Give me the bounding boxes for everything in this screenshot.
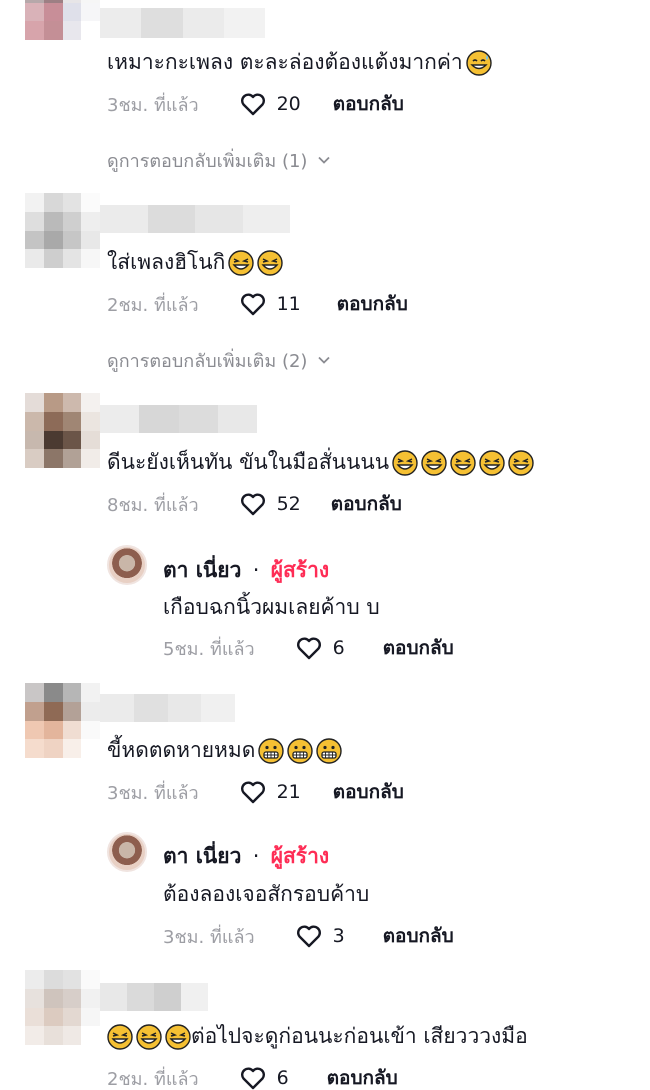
like-count: 6 — [332, 637, 345, 659]
like-count: 20 — [276, 93, 301, 115]
reply-meta: 3ชม. ที่แล้ว 3 ตอบกลับ — [163, 922, 454, 950]
comment-time: 3ชม. ที่แล้ว — [107, 94, 199, 116]
laughing-emoji-icon — [228, 250, 255, 276]
reply-button[interactable]: ตอบกลับ — [327, 1063, 398, 1090]
laughing-emoji-icon — [508, 450, 534, 476]
creator-name[interactable]: ตา เนี่ยว — [163, 558, 241, 582]
username-blurred[interactable] — [100, 983, 208, 1011]
sweat-smile-emoji-icon — [465, 50, 492, 76]
reply-text-label: ต้องลองเจอสักรอบค้าบ — [163, 882, 370, 906]
comment-text-label: ขี้หดตดหายหมด — [107, 738, 256, 762]
heart-icon[interactable] — [295, 634, 323, 662]
grinning-emoji-icon — [287, 738, 314, 764]
reply-button[interactable]: ตอบกลับ — [337, 289, 408, 319]
avatar[interactable] — [25, 0, 100, 40]
like-count: 3 — [332, 925, 345, 947]
heart-icon[interactable] — [239, 290, 267, 318]
reply-button[interactable]: ตอบกลับ — [383, 633, 454, 663]
laughing-emoji-icon — [450, 450, 476, 476]
reply-button[interactable]: ตอบกลับ — [333, 777, 404, 807]
avatar[interactable] — [25, 970, 100, 1045]
comment-time: 3ชม. ที่แล้ว — [107, 782, 199, 804]
comment-meta: 3ชม. ที่แล้ว 20 ตอบกลับ — [107, 90, 404, 118]
heart-icon[interactable] — [239, 90, 267, 118]
reply-text-label: เกือบฉกนิ้วผมเลยค้าบ บ — [163, 595, 380, 619]
chevron-down-icon — [318, 356, 331, 364]
creator-badge: ผู้สร้าง — [270, 558, 330, 582]
like-count: 52 — [276, 493, 301, 515]
creator-badge: ผู้สร้าง — [270, 844, 330, 868]
comment-meta: 2ชม. ที่แล้ว 6 ตอบกลับ — [107, 1064, 398, 1090]
laughing-emoji-icon — [479, 450, 505, 476]
username-blurred[interactable] — [100, 694, 235, 722]
comment-text-label: ดีนะยังเห็นทัน ขันในมือสั่นนนน — [107, 450, 390, 474]
like-count: 11 — [276, 293, 301, 315]
reply-time: 3ชม. ที่แล้ว — [163, 926, 255, 948]
username-blurred[interactable] — [100, 405, 257, 433]
heart-icon[interactable] — [239, 490, 267, 518]
view-more-label: ดูการตอบกลับเพิ่มเติม (1) — [107, 150, 308, 172]
creator-avatar[interactable] — [107, 832, 147, 872]
laughing-emoji-icon — [107, 1024, 133, 1050]
laughing-emoji-icon — [136, 1024, 162, 1050]
avatar[interactable] — [25, 193, 100, 268]
view-more-replies[interactable]: ดูการตอบกลับเพิ่มเติม (2) — [107, 346, 331, 374]
comment-text: ใส่เพลงฮิโนกิ — [107, 248, 284, 276]
comment-time: 2ชม. ที่แล้ว — [107, 294, 199, 316]
comment-meta: 8ชม. ที่แล้ว 52 ตอบกลับ — [107, 490, 402, 518]
heart-icon[interactable] — [239, 1064, 267, 1090]
reply-button[interactable]: ตอบกลับ — [331, 489, 402, 519]
username-blurred[interactable] — [100, 205, 290, 233]
comment-text: ขี้หดตดหายหมด — [107, 736, 343, 764]
laughing-emoji-icon — [165, 1024, 191, 1050]
reply-button[interactable]: ตอบกลับ — [383, 921, 454, 951]
reply-meta: 5ชม. ที่แล้ว 6 ตอบกลับ — [163, 634, 454, 662]
chevron-down-icon — [318, 156, 331, 164]
heart-icon[interactable] — [239, 778, 267, 806]
reply-time: 5ชม. ที่แล้ว — [163, 638, 255, 660]
reply-text: เกือบฉกนิ้วผมเลยค้าบ บ — [163, 593, 380, 621]
comment-text: เหมาะกะเพลง ตะละล่องต้องแต้งมากค่า — [107, 48, 492, 76]
comment-text: ต่อไปจะดูก่อนนะก่อนเข้า เสียวววงมือ — [107, 1022, 528, 1050]
comment-text-label: ต่อไปจะดูก่อนนะก่อนเข้า เสียวววงมือ — [191, 1024, 528, 1048]
comment-meta: 2ชม. ที่แล้ว 11 ตอบกลับ — [107, 290, 408, 318]
separator-dot: · — [252, 558, 260, 582]
avatar[interactable] — [25, 393, 100, 468]
laughing-emoji-icon — [421, 450, 447, 476]
laughing-emoji-icon — [257, 250, 284, 276]
comment-time: 2ชม. ที่แล้ว — [107, 1068, 199, 1090]
avatar[interactable] — [25, 683, 100, 758]
reply-button[interactable]: ตอบกลับ — [333, 89, 404, 119]
creator-avatar[interactable] — [107, 545, 147, 585]
comment-meta: 3ชม. ที่แล้ว 21 ตอบกลับ — [107, 778, 404, 806]
laughing-emoji-icon — [392, 450, 418, 476]
like-count: 6 — [276, 1067, 289, 1089]
creator-name[interactable]: ตา เนี่ยว — [163, 844, 241, 868]
heart-icon[interactable] — [295, 922, 323, 950]
username-blurred[interactable] — [100, 8, 265, 38]
comment-text-label: ใส่เพลงฮิโนกิ — [107, 250, 226, 274]
creator-name-line: ตา เนี่ยว · ผู้สร้าง — [163, 842, 329, 870]
grinning-emoji-icon — [316, 738, 343, 764]
grinning-emoji-icon — [258, 738, 285, 764]
separator-dot: · — [252, 844, 260, 868]
comment-text-label: เหมาะกะเพลง ตะละล่องต้องแต้งมากค่า — [107, 50, 463, 74]
reply-text: ต้องลองเจอสักรอบค้าบ — [163, 880, 369, 908]
creator-name-line: ตา เนี่ยว · ผู้สร้าง — [163, 556, 329, 584]
view-more-label: ดูการตอบกลับเพิ่มเติม (2) — [107, 350, 308, 372]
like-count: 21 — [276, 781, 301, 803]
comment-text: ดีนะยังเห็นทัน ขันในมือสั่นนนน — [107, 448, 534, 476]
view-more-replies[interactable]: ดูการตอบกลับเพิ่มเติม (1) — [107, 146, 331, 174]
comment-time: 8ชม. ที่แล้ว — [107, 494, 199, 516]
